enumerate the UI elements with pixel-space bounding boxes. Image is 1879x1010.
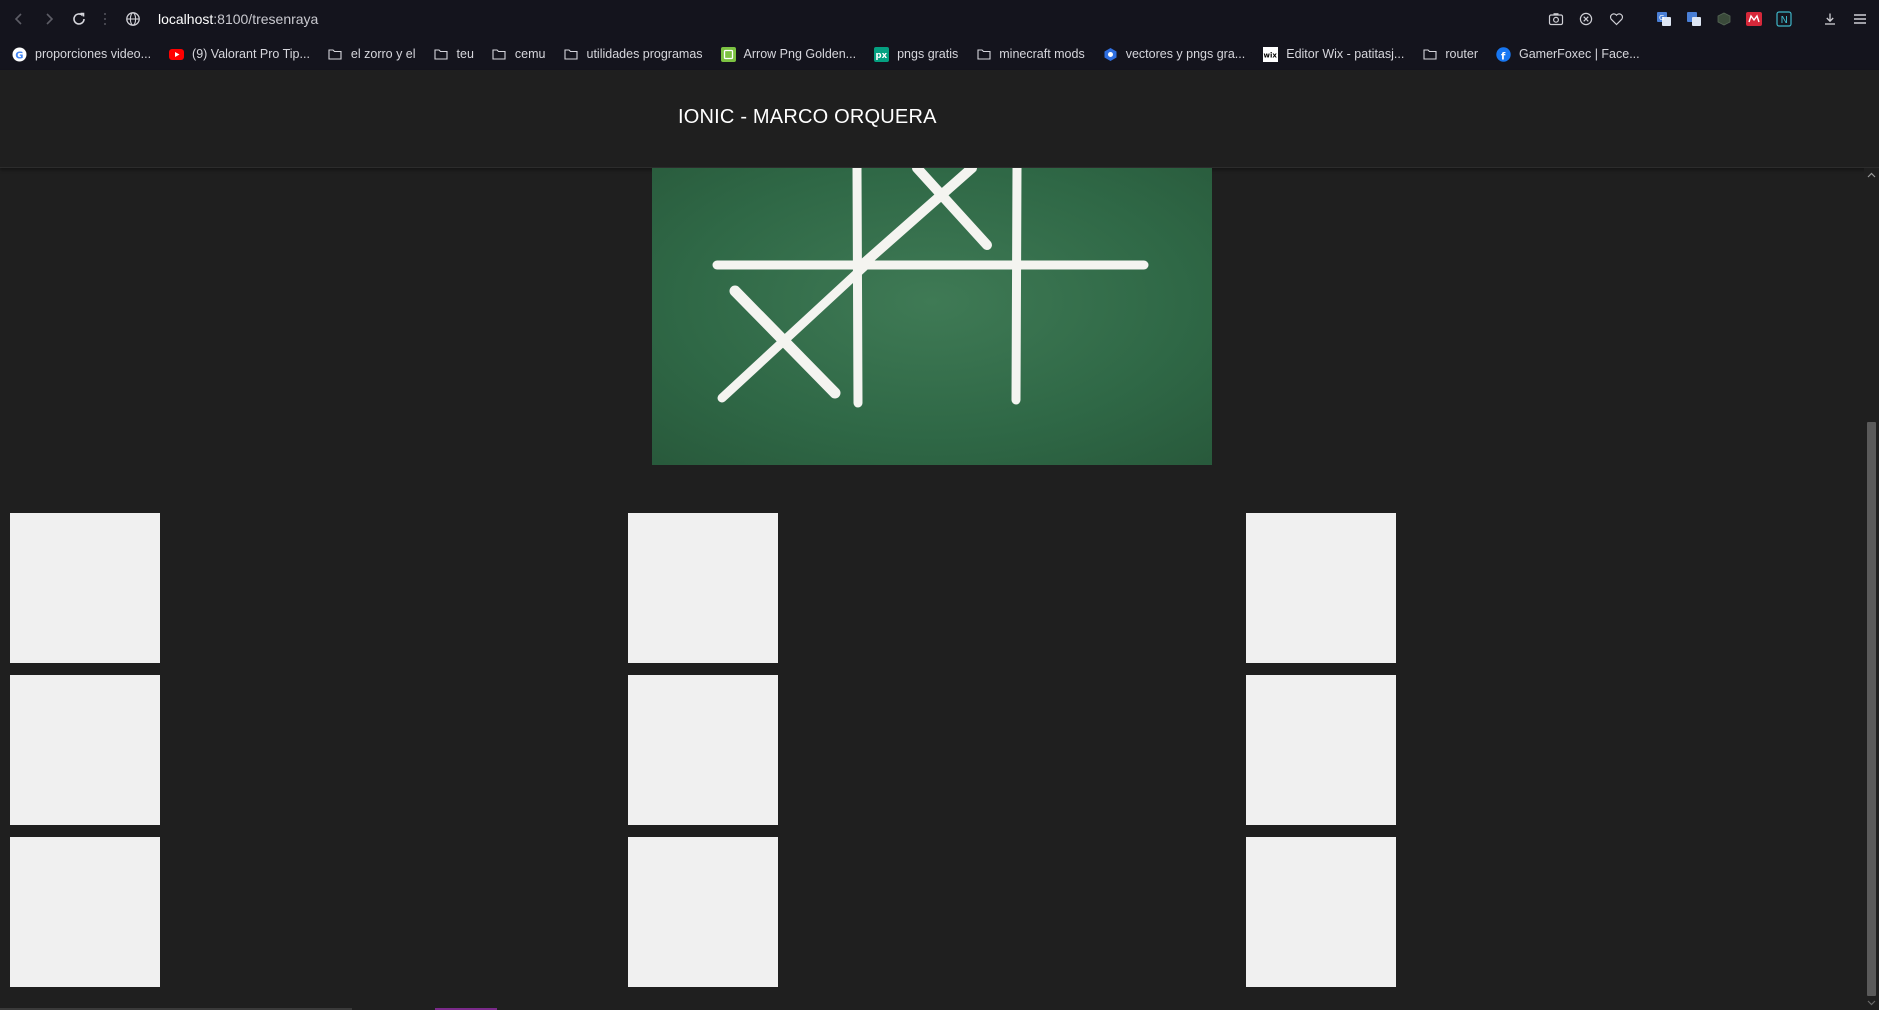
bookmark-item[interactable]: (9) Valorant Pro Tip... <box>169 47 310 62</box>
block-icon[interactable] <box>1575 8 1597 30</box>
pngtree-icon <box>720 46 736 62</box>
camera-icon[interactable] <box>1545 8 1567 30</box>
bookmark-label: el zorro y el <box>350 47 416 61</box>
bookmark-label: GamerFoxec | Face... <box>1518 47 1640 61</box>
translate-icon[interactable]: G <box>1653 8 1675 30</box>
bookmark-label: (9) Valorant Pro Tip... <box>192 47 310 61</box>
svg-text:G: G <box>1659 14 1664 22</box>
back-button[interactable] <box>4 4 34 34</box>
youtube-icon <box>169 47 185 62</box>
bookmark-item[interactable]: px pngs gratis <box>874 46 959 62</box>
bookmark-item[interactable]: Arrow Png Golden... <box>720 46 857 62</box>
bookmark-item[interactable]: f GamerFoxec | Face... <box>1496 46 1640 62</box>
bookmark-item[interactable]: cemu <box>492 47 546 62</box>
svg-text:wix: wix <box>1264 51 1278 59</box>
forward-button[interactable] <box>34 4 64 34</box>
bookmark-item[interactable]: vectores y pngs gra... <box>1103 47 1246 62</box>
bookmarks-bar: G proporciones video... (9) Valorant Pro… <box>0 38 1879 70</box>
reload-icon <box>73 12 85 25</box>
board-cell-8[interactable] <box>628 837 778 987</box>
bookmark-label: teu <box>456 47 474 61</box>
bookmark-label: router <box>1445 47 1478 61</box>
tic-tac-toe-chalkboard-image <box>652 168 1212 465</box>
url-path: :8100/tresenraya <box>213 11 319 27</box>
heart-icon[interactable] <box>1605 8 1627 30</box>
globe-icon <box>122 8 144 30</box>
svg-text:px: px <box>876 51 888 61</box>
facebook-icon: f <box>1496 46 1511 62</box>
board-cell-3[interactable] <box>1246 513 1396 663</box>
toolbar-extensions: G N <box>1545 4 1871 34</box>
chevron-left-icon <box>14 13 22 25</box>
download-icon[interactable] <box>1819 8 1841 30</box>
folder-icon <box>976 47 991 62</box>
bookmark-label: pngs gratis <box>897 47 959 61</box>
toolbar-separator-right <box>1803 8 1811 30</box>
chevron-right-icon <box>46 13 54 25</box>
svg-text:N: N <box>1781 15 1788 26</box>
board-cell-6[interactable] <box>1246 675 1396 825</box>
board-cell-4[interactable] <box>10 675 160 825</box>
bookmark-item[interactable]: wix Editor Wix - patitasj... <box>1263 46 1405 62</box>
app-header: IONIC - MARCO ORQUERA <box>0 70 1879 168</box>
bookmark-item[interactable]: el zorro y el <box>328 47 416 62</box>
google-icon: G <box>12 47 27 62</box>
bookmark-item[interactable]: utilidades programas <box>564 47 703 62</box>
board-cell-2[interactable] <box>628 513 778 663</box>
bookmark-label: minecraft mods <box>999 47 1085 61</box>
bookmark-label: Arrow Png Golden... <box>743 47 857 61</box>
url-host: localhost <box>158 11 214 27</box>
toolbar-separator <box>98 9 112 29</box>
bookmark-label: utilidades programas <box>586 47 703 61</box>
svg-text:G: G <box>15 50 23 61</box>
vector-site-icon <box>1103 47 1118 62</box>
bookmark-label: vectores y pngs gra... <box>1125 47 1246 61</box>
scrollbar-thumb[interactable] <box>1867 422 1876 996</box>
reload-button[interactable] <box>64 4 94 34</box>
board-cell-1[interactable] <box>10 513 160 663</box>
page-title: IONIC - MARCO ORQUERA <box>678 106 937 128</box>
folder-icon <box>564 47 579 62</box>
board-cell-5[interactable] <box>628 675 778 825</box>
bookmark-item[interactable]: minecraft mods <box>976 47 1085 62</box>
folder-icon <box>328 47 343 62</box>
bookmark-label: Editor Wix - patitasj... <box>1286 47 1405 61</box>
scroll-down-arrow-icon[interactable] <box>1864 996 1879 1010</box>
bookmark-label: cemu <box>514 47 546 61</box>
scroll-up-arrow-icon[interactable] <box>1864 168 1879 182</box>
address-bar[interactable]: localhost:8100/tresenraya <box>122 4 318 34</box>
n-extension-icon[interactable]: N <box>1773 8 1795 30</box>
bookmark-item[interactable]: G proporciones video... <box>12 47 151 62</box>
menu-icon[interactable] <box>1849 8 1871 30</box>
cube-extension-icon[interactable] <box>1713 8 1735 30</box>
browser-toolbar: localhost:8100/tresenraya G N <box>0 0 1879 38</box>
red-extension-icon[interactable] <box>1743 8 1765 30</box>
bookmark-item[interactable]: router <box>1422 47 1478 62</box>
vertical-scrollbar[interactable] <box>1864 168 1879 1010</box>
bookmark-item[interactable]: teu <box>434 47 474 62</box>
toolbar-spacer <box>1635 8 1645 30</box>
board-cell-9[interactable] <box>1246 837 1396 987</box>
wix-icon: wix <box>1263 46 1279 62</box>
svg-text:f: f <box>1501 51 1506 62</box>
folder-icon <box>1422 47 1437 62</box>
translate-alt-icon[interactable] <box>1683 8 1705 30</box>
bookmark-label: proporciones video... <box>35 47 152 61</box>
page-content: IONIC - MARCO ORQUERA <box>0 70 1879 1010</box>
url-text[interactable]: localhost:8100/tresenraya <box>158 11 318 27</box>
folder-icon <box>492 47 507 62</box>
board-cell-7[interactable] <box>10 837 160 987</box>
px-icon: px <box>874 46 890 62</box>
folder-icon <box>434 47 449 62</box>
